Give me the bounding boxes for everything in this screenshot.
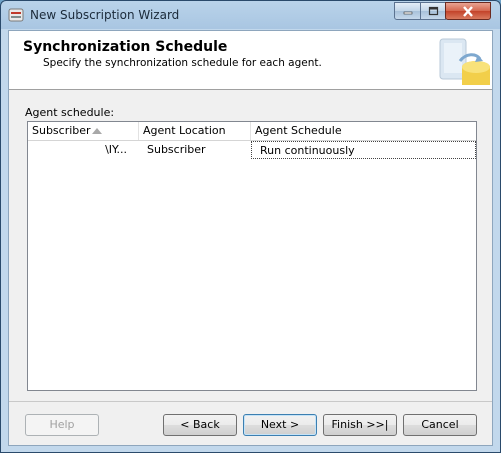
database-sync-icon: [439, 38, 490, 85]
finish-button[interactable]: Finish >>|: [323, 414, 397, 436]
table-row[interactable]: \IY... Subscriber Run continuously: [28, 141, 476, 159]
title-bar[interactable]: New Subscription Wizard: [1, 1, 500, 29]
window-title: New Subscription Wizard: [30, 8, 180, 22]
cell-subscriber[interactable]: \IY...: [28, 141, 139, 159]
help-button[interactable]: Help: [25, 414, 99, 436]
maximize-icon: [428, 6, 438, 16]
agent-schedule-grid[interactable]: Subscriber Agent Location Agent Schedule…: [27, 121, 477, 391]
close-icon: [463, 5, 473, 17]
cell-agent-schedule[interactable]: Run continuously: [251, 141, 476, 159]
wizard-client-area: Synchronization Schedule Specify the syn…: [8, 30, 493, 446]
app-icon: [8, 8, 24, 22]
footer-divider: [9, 401, 492, 402]
column-header-agent-schedule[interactable]: Agent Schedule: [251, 122, 476, 140]
close-button[interactable]: [445, 2, 491, 20]
sort-ascending-icon: [92, 128, 102, 134]
cell-agent-location[interactable]: Subscriber: [139, 141, 251, 159]
cancel-button[interactable]: Cancel: [403, 414, 477, 436]
next-button[interactable]: Next >: [243, 414, 317, 436]
maximize-button[interactable]: [420, 2, 446, 20]
minimize-icon: [403, 11, 412, 15]
grid-header: Subscriber Agent Location Agent Schedule: [28, 122, 476, 141]
wizard-window: New Subscription Wizard Synchronization …: [0, 0, 501, 453]
page-title: Synchronization Schedule: [23, 39, 228, 55]
agent-schedule-label: Agent schedule:: [25, 106, 115, 119]
column-header-agent-location[interactable]: Agent Location: [139, 122, 251, 140]
minimize-button[interactable]: [394, 2, 421, 20]
back-button[interactable]: < Back: [163, 414, 237, 436]
wizard-header: Synchronization Schedule Specify the syn…: [9, 31, 492, 90]
column-header-subscriber[interactable]: Subscriber: [28, 122, 139, 140]
page-subtitle: Specify the synchronization schedule for…: [43, 57, 322, 69]
